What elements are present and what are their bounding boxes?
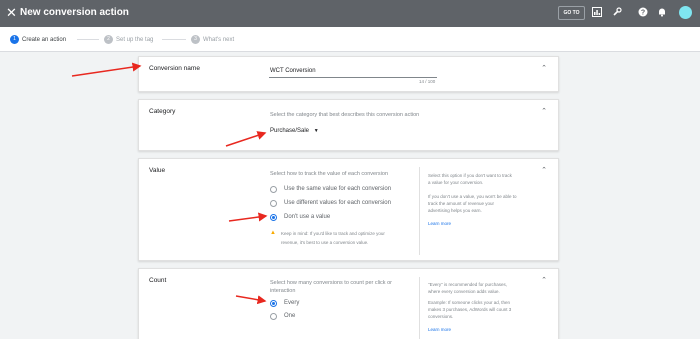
- help-text-line: Select this option if you don't want to …: [428, 173, 512, 178]
- value-section: Value Select how to track the value of e…: [138, 158, 559, 261]
- step-divider: [162, 39, 186, 40]
- option-label: Every: [284, 300, 300, 306]
- conversion-name-input[interactable]: WCT Conversion: [270, 68, 316, 74]
- help-text-line: where every conversion adds value.: [428, 289, 500, 294]
- help-text-line: advertising helps you earn.: [428, 208, 482, 213]
- chevron-up-icon[interactable]: ⌃: [541, 166, 547, 174]
- step-set-up-tag: 2 Set up the tag: [104, 35, 153, 44]
- conversion-name-section: Conversion name WCT Conversion 14 / 100 …: [138, 56, 559, 92]
- chart-icon[interactable]: [591, 7, 603, 19]
- progress-stepper: 1 Create an action 2 Set up the tag 3 What'…: [0, 27, 700, 52]
- top-app-bar: ✕ New conversion action GO TO ?: [0, 0, 700, 27]
- warning-text-line: revenue, it's best to use a conversion v…: [281, 240, 369, 245]
- warning-text-line: Keep in mind: If you'd like to track and…: [281, 231, 385, 236]
- learn-more-link[interactable]: Learn more: [428, 327, 451, 332]
- step-whats-next: 3 What's next: [191, 35, 234, 44]
- bell-icon[interactable]: [656, 7, 668, 19]
- close-icon[interactable]: ✕: [6, 5, 17, 21]
- help-text-line: a value for your conversion.: [428, 180, 484, 185]
- step-create-action: 1 Create an action: [10, 35, 66, 44]
- count-section: Count Select how many conversions to cou…: [138, 268, 559, 339]
- help-icon[interactable]: ?: [637, 7, 649, 19]
- wrench-icon[interactable]: [611, 7, 623, 19]
- help-text-line: "Every" is recommended for purchases,: [428, 282, 507, 287]
- category-dropdown[interactable]: Purchase/Sale ▼: [270, 128, 319, 134]
- count-description-line: Select how many conversions to count per…: [270, 280, 392, 286]
- help-text-line: Example: If someone clicks your ad, then: [428, 300, 511, 305]
- step-divider: [77, 39, 99, 40]
- section-divider: [419, 167, 420, 255]
- category-description: Select the category that best describes …: [270, 112, 420, 118]
- page-title: New conversion action: [20, 7, 129, 18]
- goto-button[interactable]: GO TO: [558, 6, 585, 20]
- option-label: One: [284, 313, 296, 319]
- radio-different-values[interactable]: [270, 200, 277, 207]
- chevron-up-icon[interactable]: ⌃: [541, 64, 547, 72]
- chevron-up-icon[interactable]: ⌃: [541, 107, 547, 115]
- value-description: Select how to track the value of each co…: [270, 171, 389, 177]
- warning-icon: ▲: [270, 230, 276, 236]
- section-label: Value: [149, 167, 166, 174]
- category-section: Category Select the category that best d…: [138, 99, 559, 151]
- section-divider: [419, 277, 420, 339]
- option-label: Use different values for each conversion: [284, 200, 391, 206]
- option-label: Don't use a value: [284, 214, 331, 220]
- radio-no-value[interactable]: [270, 214, 277, 221]
- section-label: Count: [149, 277, 167, 284]
- input-underline: [269, 77, 437, 78]
- arrow-to-conversion-name: [71, 62, 142, 77]
- help-text-line: makes 3 purchases, AdWords will count 3: [428, 307, 512, 312]
- learn-more-link[interactable]: Learn more: [428, 221, 451, 226]
- dropdown-arrow-icon: ▼: [313, 128, 319, 134]
- svg-text:?: ?: [641, 10, 645, 17]
- chevron-up-icon[interactable]: ⌃: [541, 276, 547, 284]
- radio-same-value[interactable]: [270, 186, 277, 193]
- section-label: Conversion name: [149, 65, 200, 72]
- count-description-line: interaction: [270, 288, 296, 294]
- avatar[interactable]: [679, 6, 692, 19]
- character-counter: 14 / 100: [419, 79, 436, 84]
- help-text-line: track the amount of revenue your: [428, 201, 495, 206]
- option-label: Use the same value for each conversion: [284, 186, 392, 192]
- help-text-line: If you don't use a value, you won't be a…: [428, 194, 517, 199]
- radio-every[interactable]: [270, 300, 277, 307]
- radio-one[interactable]: [270, 313, 277, 320]
- help-text-line: conversions.: [428, 314, 454, 319]
- section-label: Category: [149, 108, 176, 115]
